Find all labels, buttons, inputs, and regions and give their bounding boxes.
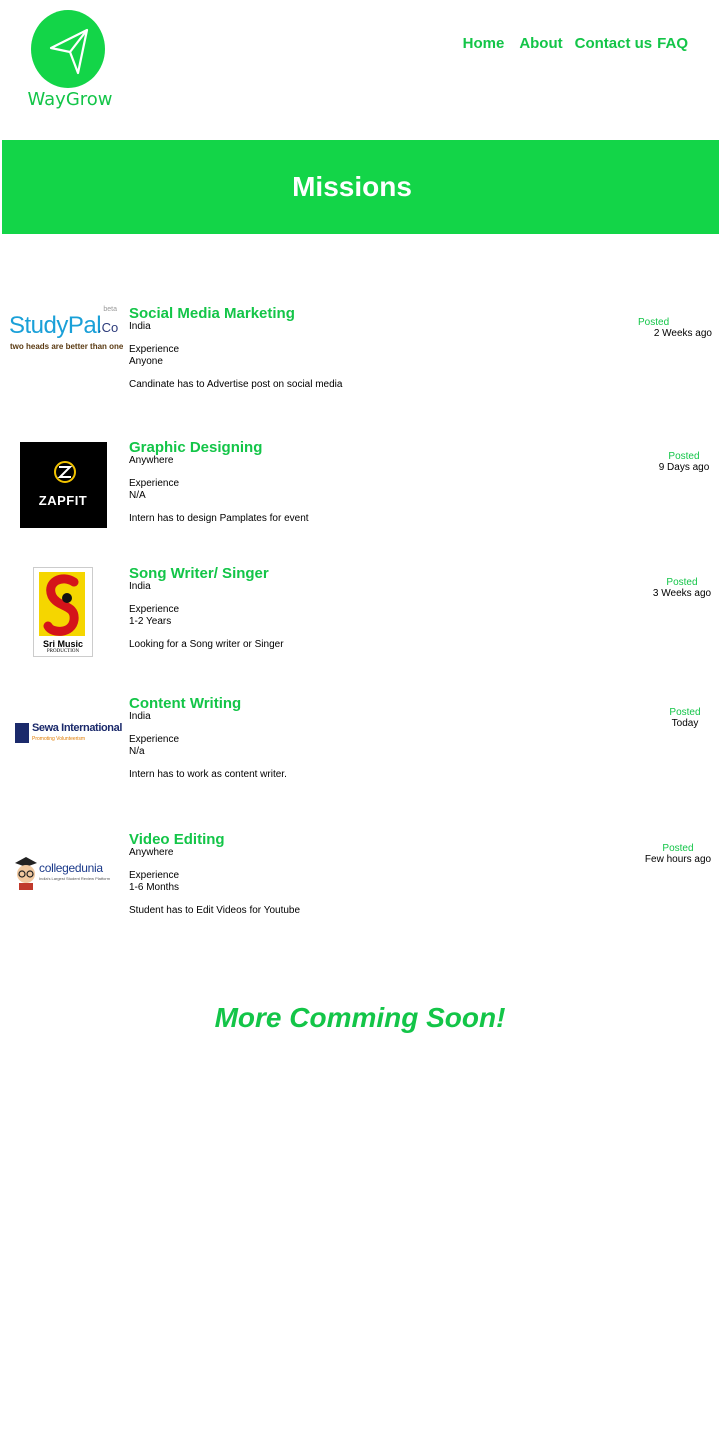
logo-tagline: PRODUCTION: [46, 649, 80, 654]
logo-name: StudyPal: [9, 312, 102, 339]
logo-suffix: .Co: [98, 320, 119, 335]
student-mascot-icon: [15, 857, 37, 890]
studypal-logo: beta StudyPal .Co two heads are better t…: [6, 305, 124, 355]
mission-experience: N/A: [129, 490, 146, 501]
posted-info: Posted Few hours ago: [644, 843, 712, 865]
posted-label: Posted: [666, 577, 698, 588]
collegedunia-logo: collegedunia India's Largest Student Rev…: [6, 855, 120, 893]
nav-home-link[interactable]: Home: [463, 35, 505, 52]
posted-label: Posted: [662, 843, 694, 854]
zapfit-emblem-icon: [53, 461, 76, 483]
experience-label: Experience: [129, 478, 180, 489]
experience-label: Experience: [129, 870, 180, 881]
logo-tagline: two heads are better than one: [10, 342, 124, 351]
posted-info: Posted 9 Days ago: [656, 451, 712, 473]
sewa-emblem-icon: [15, 723, 29, 743]
zapfit-logo: ZAPFIT: [6, 442, 120, 528]
page-title: Missions: [292, 171, 412, 202]
posted-time: Few hours ago: [644, 854, 712, 865]
mission-description: Intern has to work as content writer.: [129, 769, 287, 780]
posted-time: 3 Weeks ago: [652, 588, 712, 599]
mission-title[interactable]: Video Editing: [129, 831, 225, 848]
mission-location: Anywhere: [129, 455, 174, 466]
mission-description: Looking for a Song writer or Singer: [129, 639, 284, 650]
mission-description: Candinate has to Advertise post on socia…: [129, 379, 343, 390]
mission-experience: 1-6 Months: [129, 882, 180, 893]
posted-label: Posted: [669, 707, 701, 718]
mission-description: Intern has to design Pamplates for event: [129, 513, 309, 524]
mission-title[interactable]: Social Media Marketing: [129, 305, 295, 322]
main-nav: Home About Contact us FAQ: [463, 35, 688, 52]
logo-tagline: India's Largest Student Review Platform: [39, 876, 111, 881]
logo-name: Sri Music: [42, 639, 83, 649]
mission-card[interactable]: collegedunia India's Largest Student Rev…: [0, 831, 720, 951]
posted-time: 2 Weeks ago: [653, 328, 712, 339]
missions-banner: Missions: [2, 140, 719, 234]
mission-card[interactable]: Sewa International Promoting Volunteeris…: [0, 695, 720, 815]
mission-experience: N/a: [129, 746, 145, 757]
mission-card[interactable]: Sri Music PRODUCTION Song Writer/ Singer…: [0, 565, 720, 685]
mission-location: India: [129, 711, 151, 722]
logo-name: Sewa International: [32, 722, 122, 734]
nav-about-link[interactable]: About: [519, 35, 562, 52]
posted-info: Posted Today: [665, 707, 705, 729]
mission-experience: Anyone: [129, 356, 163, 367]
experience-label: Experience: [129, 604, 180, 615]
mission-card[interactable]: ZAPFIT Graphic Designing Anywhere Experi…: [0, 439, 720, 559]
posted-time: 9 Days ago: [658, 462, 710, 473]
nav-faq-link[interactable]: FAQ: [657, 35, 688, 52]
nav-contact-link[interactable]: Contact us: [575, 35, 653, 52]
posted-info: Posted 3 Weeks ago: [652, 577, 712, 599]
waygrow-logo[interactable]: WayGrow: [24, 8, 116, 116]
logo-name: ZAPFIT: [38, 493, 88, 508]
experience-label: Experience: [129, 734, 180, 745]
mission-location: India: [129, 321, 151, 332]
posted-label: Posted: [638, 317, 670, 328]
logo-badge: beta: [103, 306, 117, 313]
mission-card[interactable]: beta StudyPal .Co two heads are better t…: [0, 305, 720, 425]
brand-name: WayGrow: [27, 89, 113, 110]
coming-soon-text: More Comming Soon!: [214, 1002, 506, 1033]
mission-experience: 1-2 Years: [129, 616, 172, 627]
mission-location: India: [129, 581, 151, 592]
logo-name: collegedunia: [39, 861, 103, 875]
posted-label: Posted: [668, 451, 700, 462]
paper-plane-icon: [31, 10, 105, 88]
mission-title[interactable]: Content Writing: [129, 695, 241, 712]
logo-tagline: Promoting Volunteerism: [32, 736, 86, 742]
mission-title[interactable]: Graphic Designing: [129, 439, 262, 456]
mission-description: Student has to Edit Videos for Youtube: [129, 905, 301, 916]
experience-label: Experience: [129, 344, 180, 355]
mission-location: Anywhere: [129, 847, 174, 858]
sri-music-logo: Sri Music PRODUCTION: [6, 567, 120, 657]
mission-title[interactable]: Song Writer/ Singer: [129, 565, 269, 582]
sewa-international-logo: Sewa International Promoting Volunteeris…: [6, 715, 122, 749]
posted-info: Posted 2 Weeks ago: [632, 317, 712, 339]
posted-time: Today: [671, 718, 699, 729]
